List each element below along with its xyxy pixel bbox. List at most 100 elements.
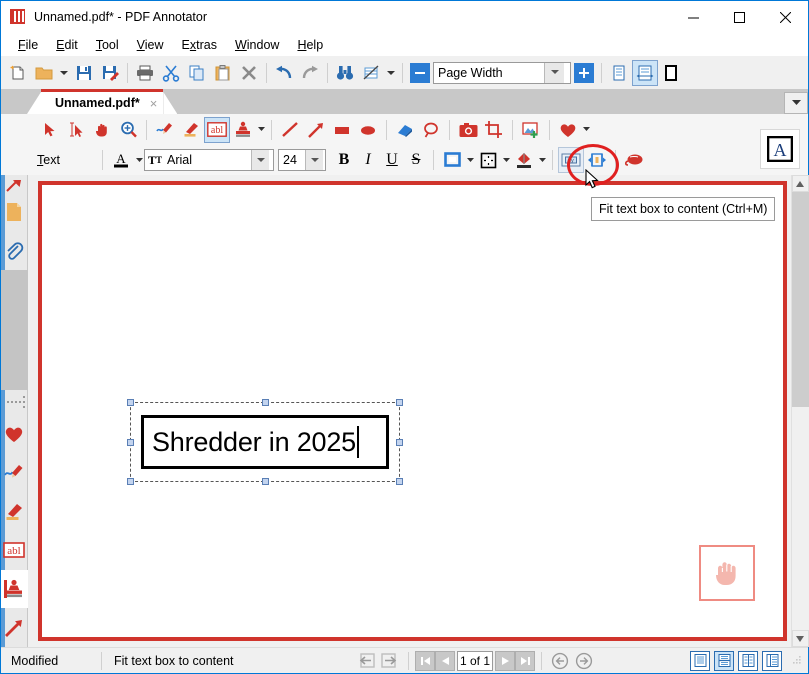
undo-icon[interactable] xyxy=(271,60,297,86)
view-mode-grid[interactable] xyxy=(762,650,782,671)
minimize-button[interactable] xyxy=(670,1,716,33)
delete-x-icon[interactable] xyxy=(236,60,262,86)
font-family-input[interactable] xyxy=(165,150,251,170)
sidebar-item-arrow[interactable] xyxy=(1,608,28,647)
save-icon[interactable] xyxy=(71,60,97,86)
sidebar-item-stamp[interactable] xyxy=(0,569,28,609)
text-box-border[interactable]: Shredder in 2025 xyxy=(141,415,389,469)
vertical-scrollbar[interactable] xyxy=(791,175,809,647)
fill-color-button[interactable] xyxy=(511,147,537,173)
text-appearance-button[interactable]: A xyxy=(760,129,800,169)
nav-forward-button[interactable] xyxy=(573,651,595,671)
rectangle-tool[interactable] xyxy=(329,117,355,143)
font-family-dropdown-arrow[interactable] xyxy=(251,150,269,170)
tab-overflow-chevron-down-icon[interactable] xyxy=(784,92,808,114)
continuous-view-icon[interactable] xyxy=(632,59,658,86)
font-color-dropdown-icon[interactable] xyxy=(134,147,144,173)
page-tools-dropdown-icon[interactable] xyxy=(384,60,398,86)
menu-edit[interactable]: Edit xyxy=(47,35,87,55)
snapshot-camera-tool[interactable] xyxy=(455,117,481,143)
sidebar-item-highlighter[interactable] xyxy=(1,492,28,531)
sidebar-item-favorite-heart[interactable] xyxy=(1,415,28,454)
paste-icon[interactable] xyxy=(210,60,236,86)
redo-icon[interactable] xyxy=(297,60,323,86)
find-binoculars-icon[interactable] xyxy=(332,60,358,86)
view-mode-continuous[interactable] xyxy=(714,650,734,671)
resize-grip[interactable] xyxy=(792,654,802,668)
font-size-combo[interactable] xyxy=(278,149,326,171)
sidebar-item-arrow-stamp[interactable] xyxy=(1,179,28,193)
zoom-out-button[interactable] xyxy=(410,62,430,83)
menu-tool[interactable]: Tool xyxy=(87,35,128,55)
pen-tool[interactable] xyxy=(152,117,178,143)
full-screen-icon[interactable] xyxy=(658,60,684,86)
font-color-button[interactable]: A xyxy=(108,147,134,173)
favorite-dropdown-icon[interactable] xyxy=(581,117,591,143)
zoom-tool[interactable] xyxy=(115,117,141,143)
close-button[interactable] xyxy=(762,1,808,33)
menu-help[interactable]: Help xyxy=(288,35,332,55)
cut-scissors-icon[interactable] xyxy=(158,60,184,86)
next-page-button[interactable] xyxy=(495,650,515,671)
history-back-button[interactable] xyxy=(355,651,377,671)
tab-close-icon[interactable]: × xyxy=(150,96,158,111)
fill-color-dropdown-icon[interactable] xyxy=(537,147,547,173)
scroll-down-arrow-icon[interactable] xyxy=(791,630,809,647)
page-indicator[interactable]: 1 of 1 xyxy=(457,650,493,671)
scrollbar-thumb[interactable] xyxy=(791,192,809,407)
arrow-tool[interactable] xyxy=(303,117,329,143)
pan-hand-tool[interactable] xyxy=(89,117,115,143)
scroll-up-arrow-icon[interactable] xyxy=(791,175,809,192)
sidebar-item-text-box[interactable]: abl xyxy=(1,531,28,570)
resize-handle-n[interactable] xyxy=(262,399,269,406)
font-family-combo[interactable]: TT xyxy=(144,149,274,171)
open-dropdown-icon[interactable] xyxy=(57,60,71,86)
tab-unnamed-pdf[interactable]: Unnamed.pdf* × xyxy=(41,89,164,114)
ellipse-tool[interactable] xyxy=(355,117,381,143)
maximize-button[interactable] xyxy=(716,1,762,33)
menu-file[interactable]: File xyxy=(9,35,47,55)
strikethrough-button[interactable]: S xyxy=(404,148,428,172)
text-select-tool[interactable] xyxy=(63,117,89,143)
print-icon[interactable] xyxy=(132,60,158,86)
hand-stamp-button[interactable] xyxy=(699,545,755,601)
sidebar-item-pages[interactable] xyxy=(1,193,28,232)
stamp-dropdown-icon[interactable] xyxy=(256,117,266,143)
border-color-button[interactable] xyxy=(439,147,465,173)
history-forward-button[interactable] xyxy=(379,651,401,671)
view-mode-single[interactable] xyxy=(690,650,710,671)
menu-extras[interactable]: Extras xyxy=(173,35,226,55)
open-folder-icon[interactable] xyxy=(31,60,57,86)
eraser-tool[interactable] xyxy=(392,117,418,143)
line-tool[interactable] xyxy=(277,117,303,143)
copy-icon[interactable] xyxy=(184,60,210,86)
zoom-dropdown-arrow[interactable] xyxy=(544,62,564,83)
menu-window[interactable]: Window xyxy=(226,35,288,55)
first-page-button[interactable] xyxy=(415,650,435,671)
save-as-icon[interactable] xyxy=(97,60,123,86)
favorite-heart-tool[interactable] xyxy=(555,117,581,143)
last-page-button[interactable] xyxy=(515,650,535,671)
clear-formatting-button[interactable] xyxy=(621,147,647,173)
resize-handle-e[interactable] xyxy=(396,439,403,446)
select-arrow-tool[interactable] xyxy=(37,117,63,143)
insert-image-tool[interactable] xyxy=(518,117,544,143)
menu-view[interactable]: View xyxy=(128,35,173,55)
border-color-dropdown-icon[interactable] xyxy=(465,147,475,173)
stamp-tool[interactable] xyxy=(230,117,256,143)
new-document-icon[interactable] xyxy=(5,60,31,86)
view-mode-facing[interactable] xyxy=(738,650,758,671)
border-style-button[interactable] xyxy=(475,147,501,173)
lasso-tool[interactable] xyxy=(418,117,444,143)
zoom-input[interactable] xyxy=(434,62,544,83)
nav-back-button[interactable] xyxy=(549,651,571,671)
font-size-input[interactable] xyxy=(279,150,305,170)
underline-button[interactable]: U xyxy=(380,148,404,172)
page-tools-icon[interactable] xyxy=(358,60,384,86)
resize-handle-nw[interactable] xyxy=(127,399,134,406)
resize-handle-s[interactable] xyxy=(262,478,269,485)
resize-handle-sw[interactable] xyxy=(127,478,134,485)
border-style-dropdown-icon[interactable] xyxy=(501,147,511,173)
text-box-tool[interactable]: abl xyxy=(204,116,230,143)
resize-handle-w[interactable] xyxy=(127,439,134,446)
